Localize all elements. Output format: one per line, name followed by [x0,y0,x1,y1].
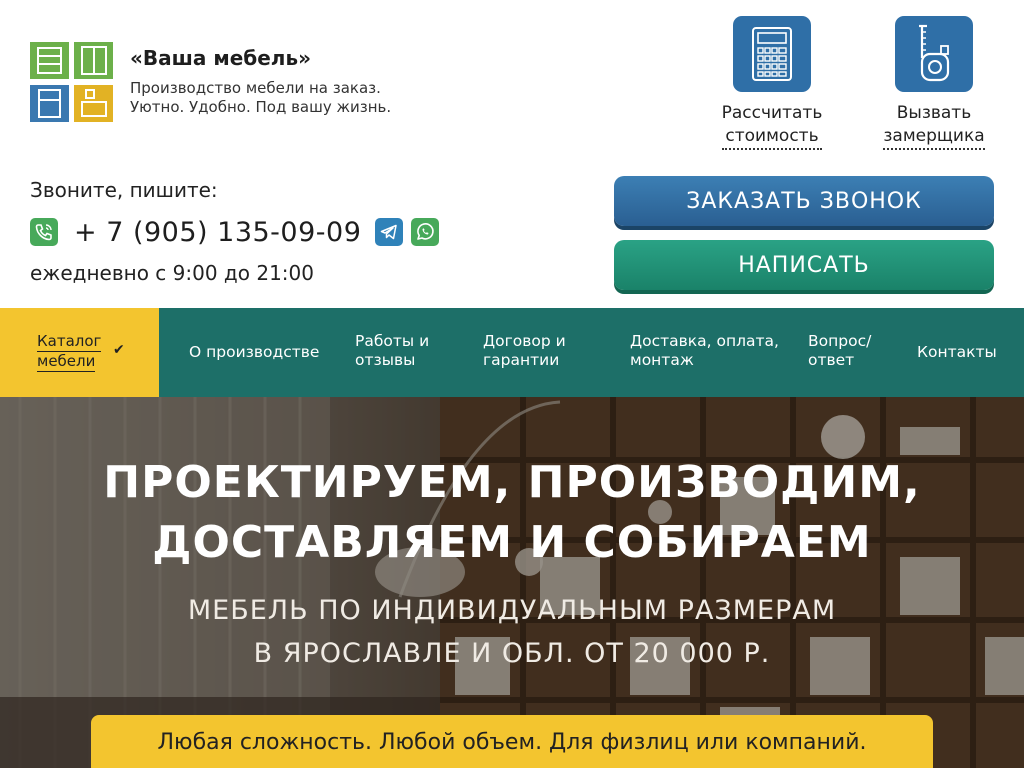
call-measurer-label[interactable]: Вызвать замерщика [883,102,985,150]
order-call-button[interactable]: ЗАКАЗАТЬ ЗВОНОК [614,176,994,226]
nav-item-delivery[interactable]: Доставка, оплата, монтаж [630,332,779,370]
hero-banner: Любая сложность. Любой объем. Для физлиц… [91,715,933,768]
phone-number[interactable]: + 7 (905) 135-09-09 [74,217,361,248]
hero-subtitle-line-1: МЕБЕЛЬ ПО ИНДИВИДУАЛЬНЫМ РАЗМЕРАМ [187,595,837,626]
tagline-line-1: Производство мебели на заказ. [130,79,381,97]
working-hours: ежедневно с 9:00 до 21:00 [30,261,314,285]
calculate-cost-label[interactable]: Рассчитать стоимость [721,102,823,150]
calculate-cost-link[interactable]: Рассчитать стоимость [707,16,837,150]
nav-item-contract[interactable]: Договор и гарантии [483,332,566,370]
hero-title-line-2: ДОСТАВЛЯЕМ И СОБИРАЕМ [152,517,872,568]
whatsapp-icon[interactable] [411,218,440,246]
contact-caption: Звоните, пишите: [30,178,218,202]
hero-subtitle-line-2: В ЯРОСЛАВЛЕ И ОБЛ. ОТ 20 000 Р. [253,638,771,669]
tape-measure-icon [895,16,973,92]
write-button[interactable]: НАПИСАТЬ [614,240,994,290]
nav-item-catalog[interactable]: Каталог мебели ✔ [0,308,159,397]
tagline-line-2: Уютно. Удобно. Под вашу жизнь. [130,98,392,116]
site-header: «Ваша мебель» Производство мебели на зак… [0,0,1024,308]
hero-title-line-1: ПРОЕКТИРУЕМ, ПРОИЗВОДИМ, [103,457,921,508]
telegram-icon[interactable] [375,218,404,246]
catalog-label[interactable]: Каталог мебели [37,332,102,372]
furniture-logo-icon [37,46,107,118]
phone-row: + 7 (905) 135-09-09 [30,214,440,250]
main-nav: Каталог мебели ✔ О производстве Работы и… [0,308,1024,397]
hero-section: ПРОЕКТИРУЕМ, ПРОИЗВОДИМ, ДОСТАВЛЯЕМ И СО… [0,397,1024,768]
logo[interactable] [30,42,114,122]
calculator-icon [733,16,811,92]
call-measurer-link[interactable]: Вызвать замерщика [869,16,999,150]
nav-item-contacts[interactable]: Контакты [917,343,997,362]
nav-item-about[interactable]: О производстве [189,343,319,362]
checkmark-icon: ✔ [113,342,125,358]
brand-tagline: Производство мебели на заказ. Уютно. Удо… [130,79,430,117]
nav-item-faq[interactable]: Вопрос/ответ [808,332,871,370]
nav-item-works[interactable]: Работы и отзывы [355,332,429,370]
brand-name: «Ваша мебель» [130,46,312,70]
phone-icon[interactable] [30,218,58,246]
